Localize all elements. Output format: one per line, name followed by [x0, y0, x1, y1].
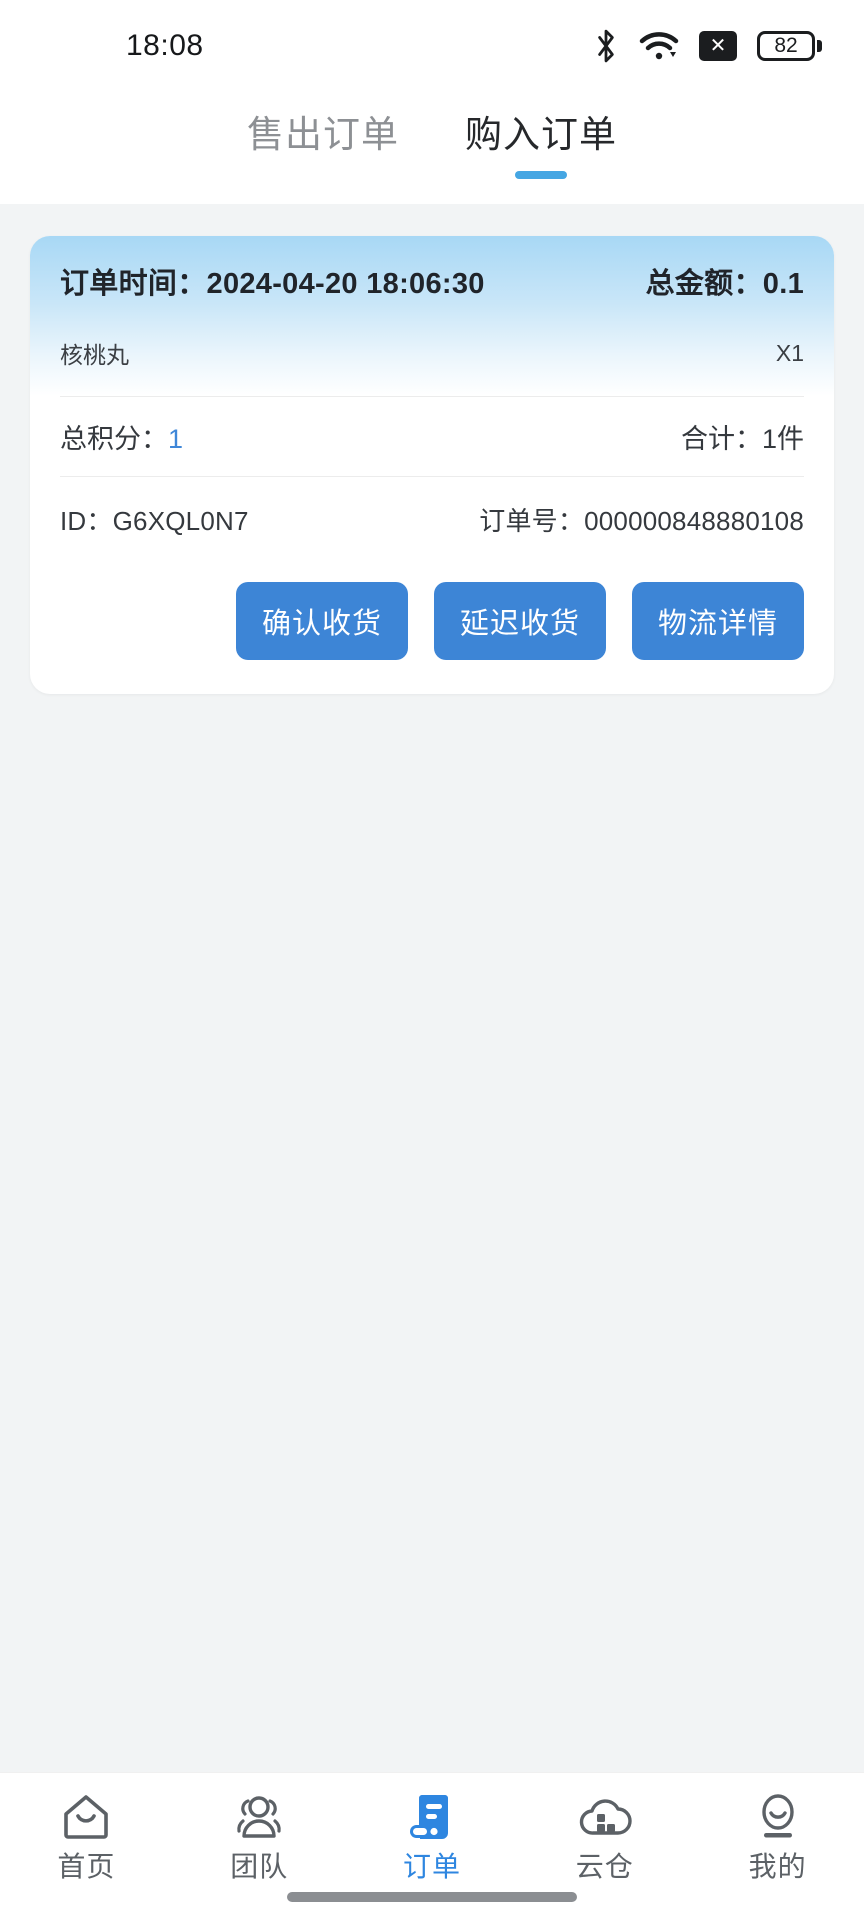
nav-item-home[interactable]: 首页 — [0, 1789, 173, 1881]
nav-label-home: 首页 — [57, 1851, 116, 1882]
orders-icon — [404, 1789, 460, 1845]
battery-icon: 82 — [757, 31, 822, 61]
order-action-buttons: 确认收货 延迟收货 物流详情 — [60, 546, 804, 694]
order-number: 订单号：000000848880108 — [479, 501, 804, 538]
total-value: 1件 — [761, 424, 804, 454]
status-time: 18:08 — [126, 29, 204, 62]
app-screen: 18:08 ✕ 82 售出订单 购入订单 订单时间：2024-04-20 18:… — [0, 0, 864, 1920]
order-list: 订单时间：2024-04-20 18:06:30 总金额：0.1 核桃丸 X1 … — [0, 204, 864, 1772]
id-label: ID： — [60, 506, 113, 536]
customer-id: ID：G6XQL0N7 — [60, 501, 249, 538]
product-name: 核桃丸 — [60, 342, 129, 368]
nav-label-orders: 订单 — [402, 1851, 461, 1882]
orderno-label: 订单号： — [479, 506, 585, 536]
nav-item-cloud-warehouse[interactable]: 云仓 — [518, 1789, 691, 1881]
no-sim-icon: ✕ — [699, 31, 737, 61]
order-amount-label: 总金额： — [645, 268, 763, 300]
product-row: 核桃丸 X1 — [60, 324, 804, 390]
nav-label-profile: 我的 — [748, 1851, 807, 1882]
nav-item-orders[interactable]: 订单 — [346, 1789, 519, 1881]
id-value: G6XQL0N7 — [112, 506, 249, 536]
order-amount: 总金额：0.1 — [646, 260, 804, 302]
order-amount-value: 0.1 — [762, 268, 804, 300]
points-label: 总积分： — [60, 424, 168, 454]
order-time-label: 订单时间： — [60, 268, 207, 300]
team-icon — [231, 1789, 287, 1845]
points-value: 1 — [168, 424, 184, 454]
status-bar: 18:08 ✕ 82 — [0, 0, 864, 92]
home-icon — [58, 1789, 114, 1845]
nav-label-team: 团队 — [230, 1851, 289, 1882]
nav-item-team[interactable]: 团队 — [173, 1789, 346, 1881]
order-type-tabbar: 售出订单 购入订单 — [0, 92, 864, 204]
order-card-header: 订单时间：2024-04-20 18:06:30 总金额：0.1 核桃丸 X1 — [30, 236, 834, 396]
bluetooth-icon — [593, 29, 619, 63]
points-label-wrap: 总积分：1 — [60, 417, 183, 456]
delay-receipt-button[interactable]: 延迟收货 — [433, 582, 606, 660]
nav-label-cloud-warehouse: 云仓 — [575, 1851, 634, 1882]
profile-icon — [750, 1789, 806, 1845]
order-card-body: 总积分：1 合计：1件 ID：G6XQL0N7 订单号：000000848880… — [30, 396, 834, 694]
total-count-wrap: 合计：1件 — [681, 417, 804, 456]
logistics-detail-button[interactable]: 物流详情 — [631, 582, 804, 660]
product-quantity: X1 — [775, 339, 804, 366]
orderno-value: 000000848880108 — [584, 506, 804, 536]
tab-purchased-orders[interactable]: 购入订单 — [461, 102, 621, 153]
home-indicator — [287, 1892, 577, 1902]
points-total-row: 总积分：1 合计：1件 — [60, 397, 804, 476]
confirm-receipt-button[interactable]: 确认收货 — [235, 582, 408, 660]
nav-item-profile[interactable]: 我的 — [691, 1789, 864, 1881]
order-time: 订单时间：2024-04-20 18:06:30 — [60, 260, 485, 302]
wifi-icon — [639, 30, 679, 62]
order-card[interactable]: 订单时间：2024-04-20 18:06:30 总金额：0.1 核桃丸 X1 … — [30, 236, 834, 694]
tab-sold-orders[interactable]: 售出订单 — [243, 102, 403, 153]
order-time-value: 2024-04-20 18:06:30 — [206, 268, 485, 300]
battery-level-text: 82 — [774, 34, 798, 57]
status-icon-group: ✕ 82 — [593, 29, 822, 63]
id-orderno-row: ID：G6XQL0N7 订单号：000000848880108 — [60, 477, 804, 546]
total-label: 合计： — [680, 424, 762, 454]
order-summary-row: 订单时间：2024-04-20 18:06:30 总金额：0.1 — [60, 260, 804, 324]
cloud-warehouse-icon — [577, 1789, 633, 1845]
